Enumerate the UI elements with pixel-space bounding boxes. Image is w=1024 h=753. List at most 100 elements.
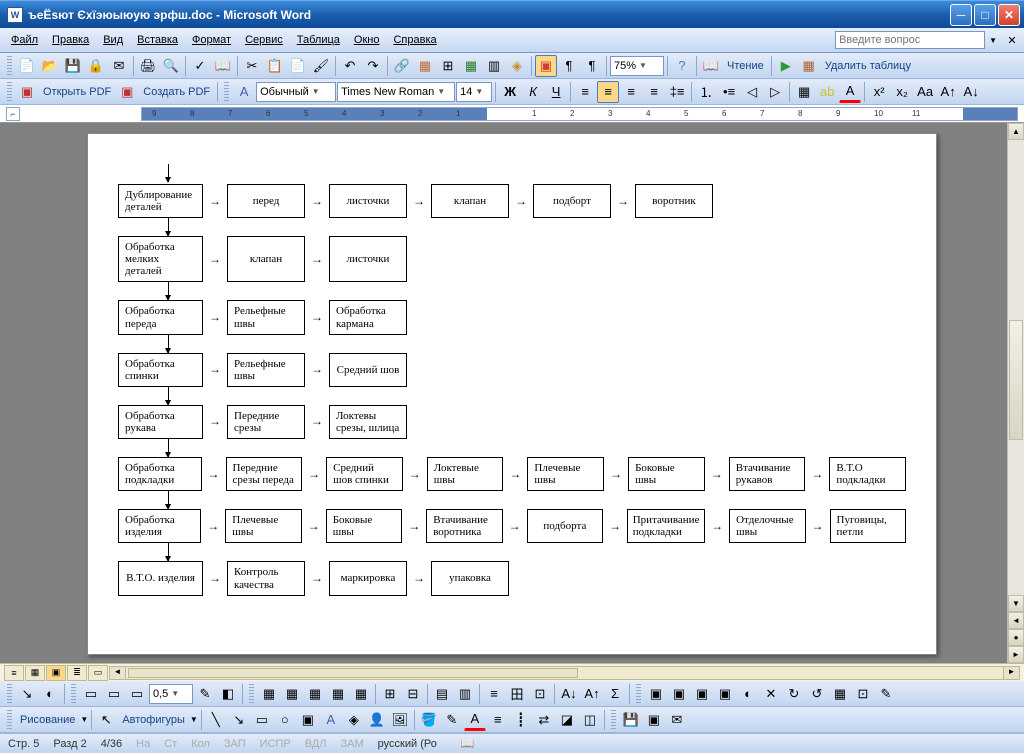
tb-btn[interactable]: ⊡ <box>529 683 551 705</box>
line-style-button[interactable]: ≡ <box>487 709 509 731</box>
flow-box[interactable]: Контроль качества <box>227 561 305 595</box>
minimize-button[interactable]: ─ <box>950 4 972 26</box>
tb-btn[interactable]: 💾 <box>620 709 642 731</box>
format-painter-button[interactable]: 🖌 <box>310 55 332 77</box>
bullets-button[interactable]: •≡ <box>718 81 740 103</box>
wordart-button[interactable]: A <box>320 709 342 731</box>
scroll-left-button[interactable]: ◄ <box>110 667 126 679</box>
flow-box[interactable]: подборта <box>527 509 603 543</box>
open-pdf-icon[interactable]: ▣ <box>16 81 38 103</box>
scroll-thumb[interactable] <box>1009 320 1023 440</box>
flow-box[interactable]: Обработка кармана <box>329 300 407 334</box>
flow-box[interactable]: Боковые швы <box>628 457 705 491</box>
play-button[interactable]: ▶ <box>775 55 797 77</box>
flow-box[interactable]: подборт <box>533 184 611 218</box>
align-justify-button[interactable]: ≡ <box>643 81 665 103</box>
tb-btn[interactable]: ↘ <box>16 683 38 705</box>
flow-box[interactable]: Плечевые швы <box>527 457 604 491</box>
tb-btn[interactable]: ≡ <box>483 683 505 705</box>
tb-btn[interactable]: ↻ <box>783 683 805 705</box>
toolbar-grip[interactable] <box>636 684 641 704</box>
superscript-button[interactable]: x² <box>868 81 890 103</box>
shrink-font-button[interactable]: A↓ <box>960 81 982 103</box>
spelling-button[interactable]: ✓ <box>189 55 211 77</box>
flow-box[interactable]: Средний шов спинки <box>326 457 403 491</box>
flow-box[interactable]: Втачивание воротника <box>426 509 502 543</box>
undo-button[interactable]: ↶ <box>339 55 361 77</box>
research-button[interactable]: 📖 <box>212 55 234 77</box>
toolbar-grip[interactable] <box>224 82 229 102</box>
scroll-up-button[interactable]: ▲ <box>1008 123 1024 140</box>
tables-button[interactable]: ▦ <box>414 55 436 77</box>
web-view-button[interactable]: ▦ <box>25 665 45 681</box>
insert-table-button[interactable]: ⊞ <box>437 55 459 77</box>
paste-button[interactable]: 📄 <box>287 55 309 77</box>
menu-tools[interactable]: Сервис <box>238 31 290 49</box>
tab-selector[interactable]: ⌐ <box>6 107 20 121</box>
tb-btn[interactable]: ▦ <box>258 683 280 705</box>
tb-btn[interactable]: ▣ <box>643 709 665 731</box>
align-center-button[interactable]: ≡ <box>597 81 619 103</box>
horizontal-ruler[interactable]: ⌐ 9876543211234567891011 <box>0 105 1024 123</box>
flow-box[interactable]: Втачивание рукавов <box>729 457 806 491</box>
flow-box[interactable]: Боковые швы <box>326 509 402 543</box>
flow-box[interactable]: В.Т.О. изделия <box>118 561 203 595</box>
tb-btn[interactable]: ◧ <box>217 683 239 705</box>
flow-box[interactable]: Локтевы срезы, шлица <box>329 405 407 439</box>
document-area[interactable]: Дублирование деталей→перед→листочки→клап… <box>0 123 1024 663</box>
flow-box[interactable]: клапан <box>431 184 509 218</box>
open-pdf-button[interactable]: Открыть PDF <box>39 86 115 98</box>
create-pdf-button[interactable]: Создать PDF <box>139 86 214 98</box>
tb-btn[interactable]: ✎ <box>194 683 216 705</box>
reading-view-button[interactable]: ▭ <box>88 665 108 681</box>
flow-box[interactable]: Отделочные швы <box>729 509 805 543</box>
tb-btn[interactable]: ✕ <box>760 683 782 705</box>
hscroll-thumb[interactable] <box>128 668 578 678</box>
change-case-button[interactable]: Aa <box>914 81 936 103</box>
create-pdf-icon[interactable]: ▣ <box>116 81 138 103</box>
font-combo[interactable]: Times New Roman▼ <box>337 82 455 102</box>
flow-box[interactable]: листочки <box>329 184 407 218</box>
tb-btn[interactable]: ⊞ <box>379 683 401 705</box>
toolbar-grip[interactable] <box>7 56 12 76</box>
tb-btn[interactable]: ▭ <box>103 683 125 705</box>
menu-edit[interactable]: Правка <box>45 31 96 49</box>
reading-icon[interactable]: 📖 <box>700 55 722 77</box>
ask-question-input[interactable] <box>835 31 985 49</box>
tb-btn[interactable]: ▣ <box>645 683 667 705</box>
outline-view-button[interactable]: ≣ <box>67 665 87 681</box>
menu-window[interactable]: Окно <box>347 31 387 49</box>
font-color-button[interactable]: A <box>464 709 486 731</box>
font-color-button[interactable]: A <box>839 81 861 103</box>
tb-btn[interactable]: ↺ <box>806 683 828 705</box>
grow-font-button[interactable]: A↑ <box>937 81 959 103</box>
askbox-dropdown-icon[interactable]: ▼ <box>989 36 997 45</box>
tb-btn[interactable]: ✉ <box>666 709 688 731</box>
toolbar-grip[interactable] <box>7 710 12 730</box>
tb-btn[interactable]: ▣ <box>691 683 713 705</box>
styles-button[interactable]: A <box>233 81 255 103</box>
normal-view-button[interactable]: ≡ <box>4 665 24 681</box>
menu-view[interactable]: Вид <box>96 31 130 49</box>
italic-button[interactable]: К <box>522 81 544 103</box>
tb-btn[interactable]: ▤ <box>431 683 453 705</box>
save-button[interactable]: 💾 <box>62 55 84 77</box>
preview-button[interactable]: 🔍 <box>160 55 182 77</box>
excel-button[interactable]: ▦ <box>460 55 482 77</box>
flow-box[interactable]: Обработка мелких деталей <box>118 236 203 282</box>
flow-box[interactable]: перед <box>227 184 305 218</box>
tb-btn[interactable]: ▦ <box>327 683 349 705</box>
oval-button[interactable]: ○ <box>274 709 296 731</box>
fill-color-button[interactable]: 🪣 <box>418 709 440 731</box>
hyperlink-button[interactable]: 🔗 <box>391 55 413 77</box>
align-right-button[interactable]: ≡ <box>620 81 642 103</box>
scroll-down-button[interactable]: ▼ <box>1008 595 1024 612</box>
autoshapes-menu[interactable]: Автофигуры <box>118 714 189 726</box>
status-book-icon[interactable]: 📖 <box>461 737 475 750</box>
subscript-button[interactable]: x₂ <box>891 81 913 103</box>
tb-btn[interactable]: ▣ <box>714 683 736 705</box>
tb-btn[interactable]: ▦ <box>304 683 326 705</box>
close-doc-button[interactable]: ✕ <box>1004 32 1020 48</box>
align-left-button[interactable]: ≡ <box>574 81 596 103</box>
toolbar-grip[interactable] <box>71 684 76 704</box>
